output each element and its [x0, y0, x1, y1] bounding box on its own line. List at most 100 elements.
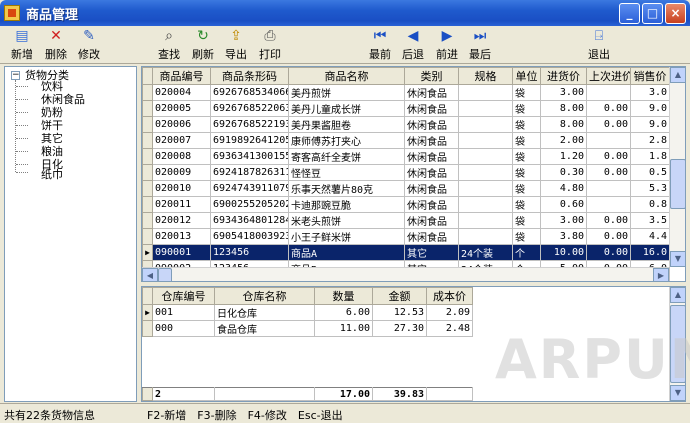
prev-record-button[interactable]: ◀ 后退: [395, 28, 431, 62]
scroll-thumb[interactable]: [670, 159, 685, 209]
tree-item[interactable]: 奶粉: [41, 106, 63, 119]
table-cell[interactable]: 休闲食品: [404, 84, 459, 101]
table-row[interactable]: 020010 6924743911079 乐事天然薯片80克 休闲食品 袋 4.80 5.3: [142, 180, 670, 197]
table-cell[interactable]: 020009: [152, 164, 211, 181]
table-cell[interactable]: [458, 164, 513, 181]
column-header[interactable]: 规格: [458, 67, 513, 85]
table-cell[interactable]: 休闲食品: [404, 212, 459, 229]
table-cell[interactable]: 123456: [210, 244, 289, 261]
table-cell[interactable]: 6936341300155: [210, 148, 289, 165]
table-cell[interactable]: 0.00: [586, 228, 631, 245]
table-cell[interactable]: 袋: [512, 148, 541, 165]
last-record-button[interactable]: ⏭ 最后: [462, 28, 498, 62]
table-cell[interactable]: 休闲食品: [404, 228, 459, 245]
table-cell[interactable]: 8.00: [540, 100, 587, 117]
tree-item[interactable]: 纸巾: [41, 168, 63, 181]
table-cell[interactable]: 0.5: [630, 164, 670, 181]
table-row[interactable]: 020005 6926768522063 美丹儿童成长饼 休闲食品 袋 8.00 0.00 9…: [142, 100, 670, 117]
table-cell[interactable]: 090001: [152, 244, 211, 261]
table-cell[interactable]: 020008: [152, 148, 211, 165]
print-button[interactable]: ⎙ 打印: [252, 28, 288, 62]
table-cell[interactable]: 0.60: [540, 196, 587, 213]
search-button[interactable]: ⌕ 查找: [151, 28, 187, 62]
table-cell[interactable]: [458, 100, 513, 117]
table-row[interactable]: ▶ 001 日化仓库 6.00 12.53 2.09: [142, 304, 473, 321]
table-cell[interactable]: 6926768534066: [210, 84, 289, 101]
table-cell[interactable]: 020007: [152, 132, 211, 149]
table-cell[interactable]: 袋: [512, 212, 541, 229]
table-cell[interactable]: 0.00: [586, 100, 631, 117]
table-cell[interactable]: 020011: [152, 196, 211, 213]
table-cell[interactable]: 袋: [512, 196, 541, 213]
tree-item[interactable]: 饮料: [41, 80, 63, 93]
table-cell[interactable]: 3.00: [540, 84, 587, 101]
table-cell[interactable]: 袋: [512, 116, 541, 133]
table-cell[interactable]: 食品仓库: [214, 320, 315, 337]
table-row[interactable]: 020009 6924187826311 怪怪豆 休闲食品 袋 0.30 0.00 0.5: [142, 164, 670, 181]
minimize-button[interactable]: _: [619, 3, 640, 24]
table-row[interactable]: 020012 6934364801284 米老头煎饼 休闲食品 袋 3.00 0.00 3.5: [142, 212, 670, 229]
table-cell[interactable]: 休闲食品: [404, 148, 459, 165]
scroll-left-arrow[interactable]: ◀: [142, 268, 158, 281]
table-cell[interactable]: 袋: [512, 180, 541, 197]
close-button[interactable]: ×: [665, 3, 686, 24]
table-cell[interactable]: 美丹儿童成长饼: [288, 100, 405, 117]
table-cell[interactable]: 袋: [512, 164, 541, 181]
table-cell[interactable]: 020005: [152, 100, 211, 117]
column-header[interactable]: 成本价: [426, 287, 473, 305]
table-cell[interactable]: 6924743911079: [210, 180, 289, 197]
table-cell[interactable]: 6934364801284: [210, 212, 289, 229]
table-cell[interactable]: 6900255205202: [210, 196, 289, 213]
table-row[interactable]: 000 食品仓库 11.00 27.30 2.48: [142, 320, 473, 337]
table-cell[interactable]: [458, 228, 513, 245]
table-cell[interactable]: [458, 212, 513, 229]
exit-button[interactable]: ⍈ 退出: [581, 28, 617, 62]
next-record-button[interactable]: ▶ 前进: [429, 28, 465, 62]
new-button[interactable]: ▤ 新增: [4, 28, 40, 62]
table-cell[interactable]: 3.5: [630, 212, 670, 229]
table-cell[interactable]: 袋: [512, 132, 541, 149]
table-cell[interactable]: 美丹果酱胆卷: [288, 116, 405, 133]
table-cell[interactable]: 个: [512, 244, 541, 261]
table-cell[interactable]: 3.80: [540, 228, 587, 245]
table-cell[interactable]: 0.30: [540, 164, 587, 181]
table-cell[interactable]: [586, 196, 631, 213]
delete-button[interactable]: ✕ 删除: [38, 28, 74, 62]
table-cell[interactable]: [458, 84, 513, 101]
table-cell[interactable]: 3.00: [540, 212, 587, 229]
table-cell[interactable]: 5.3: [630, 180, 670, 197]
column-header[interactable]: 仓库名称: [214, 287, 315, 305]
table-cell[interactable]: 4.4: [630, 228, 670, 245]
table-cell[interactable]: 6926768522063: [210, 100, 289, 117]
table-cell[interactable]: 6924187826311: [210, 164, 289, 181]
column-header[interactable]: 销售价: [630, 67, 670, 85]
tree-item[interactable]: 饼干: [41, 119, 63, 132]
refresh-button[interactable]: ↻ 刷新: [185, 28, 221, 62]
table-cell[interactable]: 商品A: [288, 244, 405, 261]
table-cell[interactable]: 卡迪那豌豆脆: [288, 196, 405, 213]
table-cell[interactable]: 000: [152, 320, 215, 337]
table-row[interactable]: 020007 6919892641205 康师傅苏打夹心 休闲食品 袋 2.00 2.8: [142, 132, 670, 149]
table-cell[interactable]: [458, 180, 513, 197]
table-cell[interactable]: 怪怪豆: [288, 164, 405, 181]
table-cell[interactable]: [458, 148, 513, 165]
table-cell[interactable]: [458, 116, 513, 133]
table-cell[interactable]: [458, 132, 513, 149]
tree-item[interactable]: 其它: [41, 132, 63, 145]
table-cell[interactable]: 袋: [512, 100, 541, 117]
edit-button[interactable]: ✎ 修改: [71, 28, 107, 62]
table-cell[interactable]: 1.8: [630, 148, 670, 165]
table-cell[interactable]: 0.8: [630, 196, 670, 213]
table-cell[interactable]: 2.8: [630, 132, 670, 149]
table-cell[interactable]: 27.30: [372, 320, 427, 337]
table-cell[interactable]: 2.48: [426, 320, 473, 337]
table-cell[interactable]: 9.0: [630, 100, 670, 117]
table-row[interactable]: 020013 6905418003923 小王子鲜米饼 休闲食品 袋 3.80 0.00 4.…: [142, 228, 670, 245]
table-row[interactable]: 020006 6926768522193 美丹果酱胆卷 休闲食品 袋 8.00 0.00 9.…: [142, 116, 670, 133]
table-cell[interactable]: 0.00: [586, 116, 631, 133]
table-cell[interactable]: 休闲食品: [404, 116, 459, 133]
table-cell[interactable]: 24个装: [458, 244, 513, 261]
scroll-up-arrow[interactable]: ▲: [670, 287, 685, 303]
scroll-down-arrow[interactable]: ▼: [670, 251, 685, 267]
table-cell[interactable]: 康师傅苏打夹心: [288, 132, 405, 149]
